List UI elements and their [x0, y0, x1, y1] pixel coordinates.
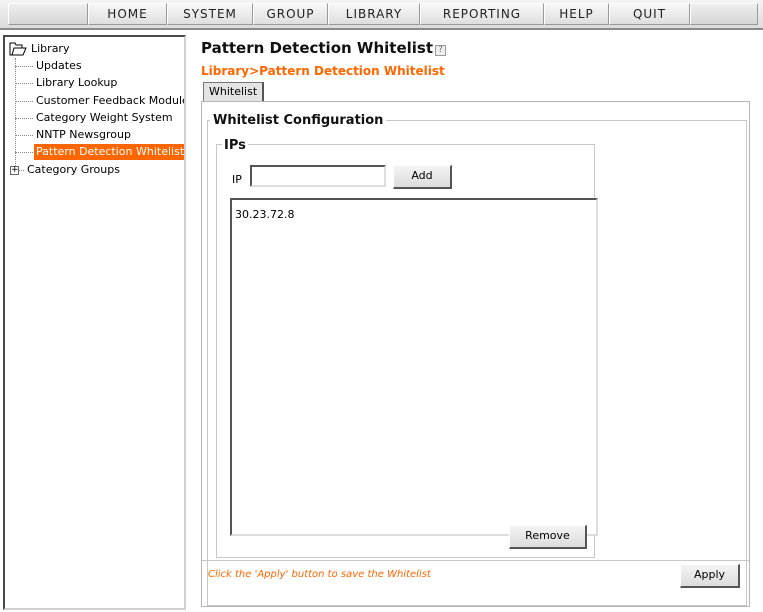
tree-item-library-lookup[interactable]: Library Lookup: [15, 75, 119, 91]
tree-root-library[interactable]: Library: [31, 41, 69, 57]
tree-item-updates[interactable]: Updates: [15, 58, 84, 74]
ip-label: IP: [232, 173, 242, 186]
ips-legend: IPs: [222, 138, 248, 153]
help-icon[interactable]: ?: [435, 45, 446, 56]
footer-divider: [202, 560, 749, 561]
menu-library[interactable]: LIBRARY: [328, 3, 420, 25]
ip-whitelist-listbox[interactable]: 30.23.72.8: [230, 198, 598, 536]
menu-system[interactable]: SYSTEM: [167, 3, 253, 25]
remove-button[interactable]: Remove: [509, 525, 587, 549]
expand-plus-icon[interactable]: +: [10, 166, 19, 175]
tab-whitelist[interactable]: Whitelist: [203, 82, 265, 101]
main-content: Pattern Detection Whitelist? Library>Pat…: [192, 35, 760, 610]
tree-item-pattern-detection-whitelist[interactable]: Pattern Detection Whitelist: [15, 144, 184, 160]
folder-open-icon: [9, 42, 27, 56]
save-hint-text: Click the 'Apply' button to save the Whi…: [208, 569, 431, 580]
apply-button[interactable]: Apply: [680, 564, 740, 588]
tree-item-customer-feedback-module[interactable]: Customer Feedback Module: [15, 93, 184, 109]
breadcrumb: Library>Pattern Detection Whitelist: [201, 64, 445, 78]
menu-home[interactable]: HOME: [88, 3, 167, 25]
add-button[interactable]: Add: [393, 165, 452, 189]
ip-input[interactable]: [250, 165, 386, 187]
menu-decoration-right: [690, 3, 758, 25]
menu-decoration-left: [8, 3, 88, 25]
tree-item-nntp-newsgroup[interactable]: NNTP Newsgroup: [15, 127, 133, 143]
menu-reporting[interactable]: REPORTING: [420, 3, 544, 25]
menu-help[interactable]: HELP: [544, 3, 609, 25]
menu-group[interactable]: GROUP: [253, 3, 328, 25]
tree-item-category-groups[interactable]: Category Groups: [19, 162, 122, 178]
menu-quit[interactable]: QUIT: [609, 3, 690, 25]
top-menu-bar: HOME SYSTEM GROUP LIBRARY REPORTING HELP…: [0, 0, 763, 30]
whitelist-configuration-legend: Whitelist Configuration: [210, 113, 387, 128]
list-item[interactable]: 30.23.72.8: [235, 208, 294, 221]
content-frame: Whitelist Configuration IPs IP Add 30.23…: [201, 101, 750, 607]
library-tree: Library Updates Library Lookup Customer …: [3, 35, 186, 610]
tree-item-category-weight-system[interactable]: Category Weight System: [15, 110, 175, 126]
page-title-text: Pattern Detection Whitelist: [201, 39, 433, 57]
page-title: Pattern Detection Whitelist?: [201, 39, 446, 57]
